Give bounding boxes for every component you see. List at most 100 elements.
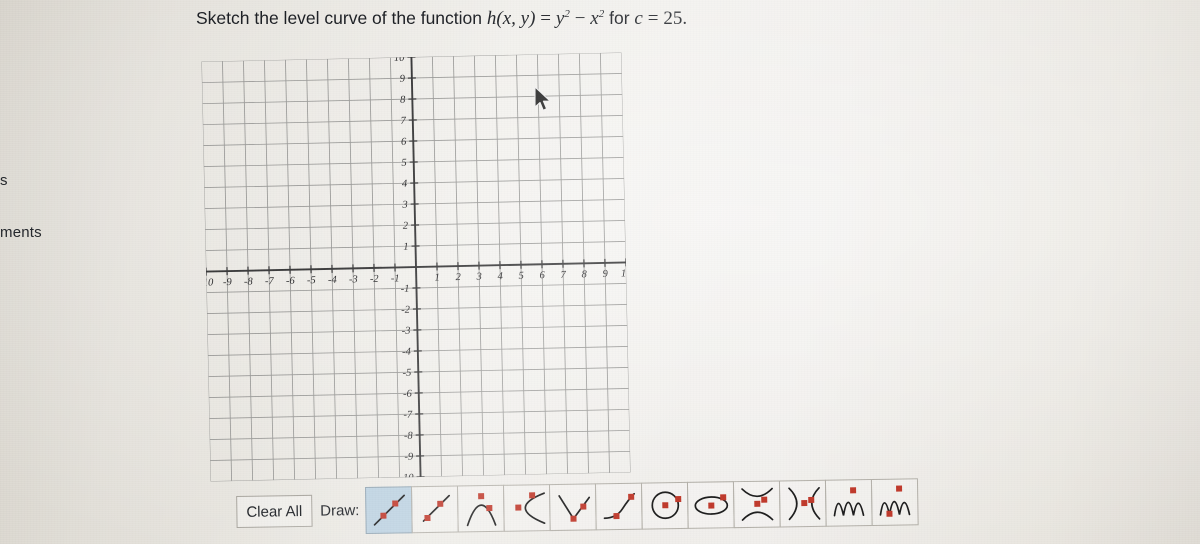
sine-tool[interactable] [824,478,873,527]
curve-icon [603,492,635,520]
x-tick-label: 9 [602,269,608,280]
y-tick-label: 1 [403,242,408,253]
tool-glyph-point [485,504,492,512]
y-tick-label: -4 [402,347,412,358]
y-tick-label: -5 [402,368,411,379]
x-tick-label: 5 [518,271,523,282]
tool-glyph-point [569,515,577,522]
draw-label: Draw: [320,501,360,520]
y-tick-label: -1 [401,284,410,295]
tool-glyph-point [674,496,681,503]
x-tick-label: 3 [475,272,481,283]
x-tick-label: 4 [497,271,503,282]
ray-icon [422,494,450,522]
term-x: x [590,8,599,29]
tool-glyph-point [661,502,668,509]
cosine-wave-icon [879,485,910,517]
tool-glyph-point [612,512,620,520]
circle-icon [650,491,681,520]
tool-glyph-point [528,492,535,499]
tool-glyph-point [391,500,398,507]
tool-glyph-point [895,485,902,492]
x-tick-label: -7 [265,276,275,287]
tool-glyph-point [719,494,726,501]
exponent-x: 2 [598,8,605,21]
circle-tool[interactable] [640,481,689,530]
tool-glyph-stroke [740,487,773,498]
tool-glyph-point [885,510,893,517]
tool-glyph-point [753,500,760,507]
sidebar-fragment-2: ments [0,224,42,241]
x-tick-label: -1 [391,273,400,284]
function-args: (x, y) [496,8,536,29]
parabola-left-tool[interactable] [502,483,551,532]
tool-glyph-stroke [833,501,864,517]
graph-svg[interactable]: -10 -9 -8 -7 -6 -5 -4 -3 -2 -1 1 2 3 4 5 6 7 8 9 10 1098765… [201,52,631,482]
y-tick-label: 6 [401,137,407,148]
y-tick-label: -9 [404,452,414,463]
y-tick-label: 3 [401,200,407,211]
sine-wave-icon [833,487,864,517]
hyperbola-vertical-icon [740,487,773,521]
y-tick-label: -3 [402,326,411,337]
equals-sign: = [540,8,551,29]
tool-glyph-point [800,500,807,507]
tool-glyph-point [849,487,856,494]
c-equals: = [647,8,659,29]
absolute-value-tool[interactable] [548,482,597,531]
tool-glyph-point [760,496,767,503]
function-name: h [486,8,497,29]
ray-tool[interactable] [411,485,459,533]
x-tick-label: 8 [581,269,587,280]
hyperbola-horizontal-icon [787,486,820,521]
mouse-cursor-icon [534,86,551,111]
parabola-down-tool[interactable] [456,484,505,533]
tool-glyph-point [514,504,521,511]
y-tick-label: 5 [401,158,406,169]
parabola-vertical-icon [466,493,496,527]
tool-button-group[interactable] [365,477,919,534]
x-tick-label: -6 [286,276,296,287]
period: . [682,8,688,29]
tool-glyph-stroke [879,500,910,516]
cosine-tool[interactable] [870,477,919,526]
v-shape-icon [557,495,590,522]
ellipse-icon [694,494,728,515]
x-tick-label: -8 [244,277,254,288]
tool-glyph-point [627,493,634,500]
tool-glyph-point [379,512,387,519]
parabola-horizontal-icon [514,492,545,525]
tool-glyph-point [477,493,484,500]
y-tick-label: -7 [403,410,413,421]
tool-glyph-point [423,514,431,522]
graph-canvas[interactable]: -10 -9 -8 -7 -6 -5 -4 -3 -2 -1 1 2 3 4 5 6 7 8 9 10 10 9 8 7 6 5… [201,52,631,482]
x-tick-label: -9 [223,277,233,288]
tool-glyph-stroke [787,487,798,521]
x-tick-label: 2 [455,272,461,283]
sidebar-fragment-1: s [0,172,8,189]
tool-glyph-point [579,503,586,510]
x-tick-label: 6 [539,270,545,281]
c-value: 25 [663,8,683,29]
exponent-y: 2 [564,8,570,21]
y-tick-label: 8 [400,95,406,106]
problem-statement: Sketch the level curve of the function h… [196,8,896,30]
tool-glyph-point [707,502,714,509]
tool-glyph-stroke [741,511,773,521]
y-tick-label: -8 [404,431,414,442]
prompt-lead: Sketch the level curve of the function [196,8,482,28]
x-tick-label: -5 [307,275,316,286]
hyperbola-vertical-tool[interactable] [732,479,781,528]
line-tool[interactable] [365,485,413,534]
c-symbol: c [634,8,643,29]
curve-tool[interactable] [594,482,643,530]
hyperbola-horizontal-tool[interactable] [778,479,827,527]
x-tick-label: -2 [370,274,380,285]
ellipse-tool[interactable] [686,480,735,529]
y-tick-label: 7 [400,116,406,127]
minus-sign: − [574,8,586,29]
clear-all-button[interactable]: Clear All [236,494,313,528]
x-tick-label: -3 [349,274,358,285]
tool-glyph-stroke [810,486,820,520]
line-icon [373,494,405,526]
